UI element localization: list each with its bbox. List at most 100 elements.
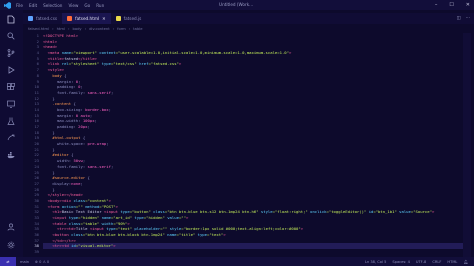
code-token: > <box>431 209 435 215</box>
status-bar: ⇄ main ⊗ 0 ⚠ 0 Ln 38, Col 5 Spaces: 4 UT… <box>0 257 474 266</box>
live-share-icon[interactable] <box>4 131 18 145</box>
vscode-logo-icon <box>3 1 12 9</box>
code-token: <link <box>43 61 62 67</box>
code-line[interactable] <box>43 249 463 255</box>
menu-run[interactable]: Run <box>96 3 104 8</box>
notifications-bell-icon[interactable]: 🔔︎ <box>463 260 468 264</box>
docker-icon[interactable] <box>4 148 18 162</box>
code-token: ="text/css" <box>110 61 140 67</box>
code-token: } <box>43 146 55 152</box>
close-icon[interactable]: ✕ <box>466 2 470 8</box>
tab-fatsed-css[interactable]: fatsed.css <box>23 13 62 24</box>
menu-go[interactable]: Go <box>84 3 90 8</box>
breadcrumb-item[interactable]: div.content <box>89 27 110 31</box>
code-token: #source-editor <box>43 175 86 181</box>
code-token: display <box>43 180 69 186</box>
code-token: type <box>197 232 207 238</box>
breadcrumb-item[interactable]: html <box>57 27 65 31</box>
code-token: ="table" <box>80 220 102 226</box>
code-token: margin <box>43 112 72 118</box>
code-token: > <box>178 61 182 67</box>
code-token: content <box>99 50 116 56</box>
chevron-right-icon: › <box>84 27 87 31</box>
code-token: ="float:right;" <box>272 209 311 215</box>
code-token: ; <box>94 118 97 124</box>
code-token: ="border:1px solid #000;text-align:left;… <box>181 226 301 232</box>
cursor-position[interactable]: Ln 38, Col 5 <box>365 260 386 264</box>
title-bar: File Edit Selection View Go Run Untitled… <box>0 0 474 10</box>
explorer-icon[interactable] <box>4 12 18 26</box>
indentation[interactable]: Spaces: 4 <box>392 260 409 264</box>
code-token: name <box>167 232 177 238</box>
code-token: ="btn_1b1" <box>373 209 400 215</box>
line-ending[interactable]: CRLF <box>432 260 441 264</box>
code-token: body <box>43 72 62 78</box>
tab-fatsed-js[interactable]: fatsed.js <box>111 13 147 24</box>
menu-view[interactable]: View <box>68 3 78 8</box>
breadcrumb-item[interactable]: table <box>133 27 142 31</box>
menu-file[interactable]: File <box>16 3 23 8</box>
run-debug-icon[interactable] <box>4 63 18 77</box>
code-text[interactable]: <!DOCTYPE html> <html> <head> <meta name="… <box>43 33 463 257</box>
extensions-icon[interactable] <box>4 80 18 94</box>
language-mode[interactable]: HTML <box>447 260 457 264</box>
split-editor-icon[interactable]: ◫ <box>456 16 460 21</box>
minimap-scrollbar[interactable] <box>463 33 471 257</box>
code-token: <input <box>43 215 69 220</box>
git-branch[interactable]: main <box>20 260 29 264</box>
code-token: } <box>43 169 55 175</box>
code-token: ; <box>80 180 83 186</box>
code-token: } <box>43 186 55 192</box>
code-token: font-family <box>43 163 83 169</box>
more-actions-icon[interactable]: ··· <box>466 16 470 21</box>
code-token: ; <box>82 158 86 164</box>
code-token: > <box>113 243 116 249</box>
encoding[interactable]: UTF-8 <box>416 260 426 264</box>
remote-indicator-icon[interactable]: ⇄ <box>0 257 16 266</box>
code-token: 100px <box>82 118 95 124</box>
tab-label: fatsed.html <box>75 16 100 21</box>
minimize-icon[interactable]: – <box>435 2 438 8</box>
breadcrumb-item[interactable]: fatsed.html <box>28 27 49 31</box>
maximize-icon[interactable]: ☐ <box>449 2 453 8</box>
code-token: style <box>169 226 182 232</box>
code-token: } <box>43 129 55 135</box>
code-token: style <box>260 209 273 215</box>
breadcrumb-item[interactable]: form <box>117 27 126 31</box>
code-token: ; <box>78 78 81 84</box>
code-token: <meta <box>43 50 62 56</box>
menu-edit[interactable]: Edit <box>29 3 37 8</box>
problems-count[interactable]: ⊗ 0 ⚠ 0 <box>35 260 49 264</box>
tab-fatsed-html[interactable]: fatsed.html ✕ <box>62 13 111 24</box>
testing-icon[interactable] <box>4 114 18 128</box>
remote-explorer-icon[interactable] <box>4 97 18 111</box>
code-token: name <box>61 50 72 56</box>
code-token: border-box <box>85 106 109 112</box>
search-icon[interactable] <box>4 29 18 43</box>
code-token: <div <box>61 197 74 203</box>
breadcrumb-item[interactable]: body <box>72 27 81 31</box>
code-token: ="btn btn-blue btn-block btn-1mp24" <box>82 232 168 238</box>
code-token: > <box>288 50 292 56</box>
code-token: <input <box>103 209 121 215</box>
menu-selection[interactable]: Selection <box>43 3 62 8</box>
js-file-icon <box>115 16 121 21</box>
chevron-right-icon: › <box>52 27 54 31</box>
account-icon[interactable] <box>4 220 18 234</box>
code-token: ="POST" <box>99 203 116 209</box>
code-token: <style> <box>43 67 65 73</box>
code-token: type <box>106 226 116 232</box>
code-token: <table <box>43 220 69 226</box>
settings-gear-icon[interactable] <box>4 238 18 252</box>
source-control-icon[interactable] <box>4 46 18 60</box>
code-editor[interactable]: 1 2 3 4 5 6 7 8 9 10 11 12 13 14 15 16 17 18 19 20 21 22 23 24 2… <box>23 33 463 257</box>
activity-bar <box>0 10 23 266</box>
code-token: ="art_id" <box>110 215 135 220</box>
code-token: <html> <box>43 38 58 44</box>
code-token: none <box>71 180 81 186</box>
code-token: ; <box>110 89 114 95</box>
tab-close-icon[interactable]: ✕ <box>102 16 106 21</box>
code-token: value <box>399 209 411 215</box>
code-token: type <box>101 61 111 67</box>
code-token: ; <box>106 141 109 147</box>
